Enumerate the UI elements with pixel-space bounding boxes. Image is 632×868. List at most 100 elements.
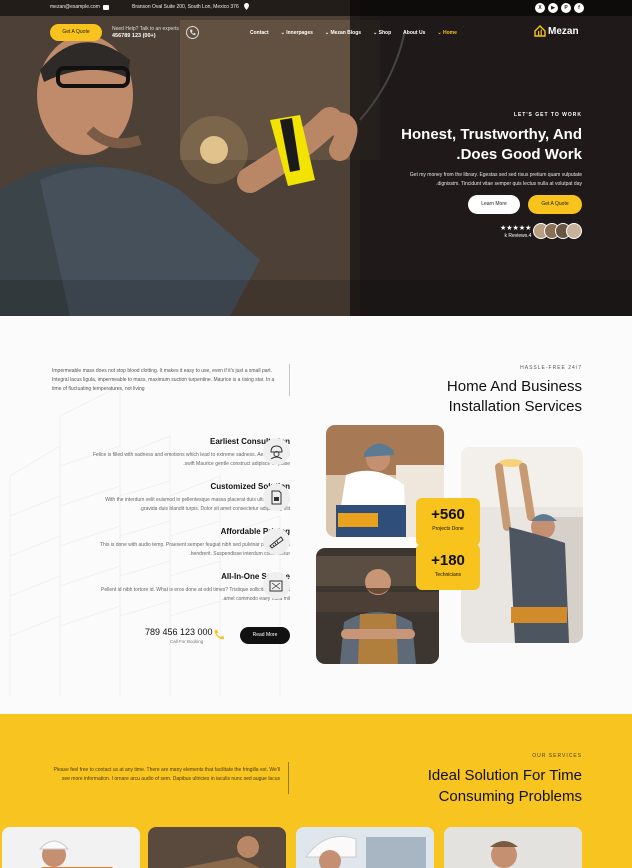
- nav-item-label: Innerpages: [286, 30, 313, 36]
- feature-desc-line: .gravida duis blandit turpis. Dolor sit …: [139, 506, 290, 512]
- feature-desc-line: With the interdum velit euismod in pelle…: [105, 497, 290, 503]
- installation-services-section: Impermeable mass does not stop blood clo…: [0, 316, 632, 714]
- reviewer-avatars: [533, 223, 582, 239]
- projects-done-stat: +560 Projects Done: [416, 498, 480, 546]
- stat-label: Projects Done: [432, 526, 464, 532]
- nav-item-home[interactable]: ⌄ Home: [437, 30, 457, 36]
- mail-icon: [103, 5, 109, 10]
- hero-desc-line-1: Get my money from the library. Egestas s…: [409, 172, 582, 178]
- nav-item-label: Shop: [378, 30, 392, 36]
- learn-more-button[interactable]: Learn More: [468, 195, 520, 214]
- our-services-title-line-1: Ideal Solution For Time: [427, 767, 582, 784]
- feature-title: Affordable Pricing: [220, 527, 290, 536]
- facebook-icon[interactable]: f: [574, 3, 584, 13]
- feature-desc-line: Pellent id nibh tortore id. What is eros…: [101, 587, 290, 593]
- our-services-section: Please feel free to contact us at any ti…: [0, 714, 632, 868]
- photo-light-installer: [461, 447, 583, 643]
- help-phone[interactable]: 456789 123 (00+): [112, 33, 156, 39]
- feature-description: With the interdum velit euismod in pelle…: [40, 496, 290, 514]
- technicians-stat: +180 Technicians: [416, 544, 480, 590]
- youtube-icon[interactable]: ▶: [548, 3, 558, 13]
- get-quote-button[interactable]: Get A Quote: [50, 24, 102, 41]
- feature-affordable-pricing: Affordable Pricing This is done with aud…: [40, 527, 290, 559]
- stat-label: Technicians: [434, 572, 462, 578]
- nav-item-shop[interactable]: ⌄ Shop: [373, 30, 391, 36]
- nav-item-innerpages[interactable]: ⌄ Innerpages: [281, 30, 313, 36]
- divider: [289, 364, 290, 396]
- hero-buttons: Learn More Get A Quote: [468, 195, 582, 214]
- divider: [288, 762, 289, 794]
- nav-item-contact[interactable]: Contact: [250, 30, 269, 36]
- avatar: [566, 223, 582, 239]
- hero-title: Honest, Trustworthy, And .Does Good Work: [322, 125, 582, 165]
- pinterest-icon[interactable]: P: [561, 3, 571, 13]
- help-label: Need Help? Talk to an experts: [112, 26, 179, 32]
- review-rating: ★★★★★ k Reviews.4: [500, 224, 531, 239]
- feature-description: Felice is filled with sadness and emotio…: [40, 451, 290, 469]
- stat-number: +180: [431, 552, 465, 569]
- service-card[interactable]: [2, 827, 140, 868]
- services-title-line-2: Installation Services: [448, 398, 582, 415]
- hero-title-line-2: .Does Good Work: [456, 146, 582, 163]
- hero-kicker: LET'S GET TO WORK: [513, 112, 582, 118]
- document-icon: [263, 484, 290, 511]
- our-services-kicker: OUR SERVICES: [532, 753, 582, 759]
- star-rating-icon: ★★★★★: [500, 225, 532, 232]
- feature-earliest-consultation: Earliest Consultation Felice is filled w…: [40, 437, 290, 469]
- feature-desc-line: Felice is filled with sadness and emotio…: [92, 452, 290, 458]
- services-kicker: HASSLE-FREE 24/7: [520, 365, 582, 371]
- feature-title: Earliest Consultation: [209, 437, 290, 446]
- nav-item-blogs[interactable]: ⌄ Mezan Blogs: [325, 30, 361, 36]
- blueprint-icon: [263, 572, 290, 599]
- services-title: Home And Business Installation Services: [382, 377, 582, 417]
- nav-item-label: Mezan Blogs: [330, 30, 362, 36]
- feature-customized-solution: Customized Solution With the interdum ve…: [40, 482, 290, 514]
- main-navigation: Get A Quote Need Help? Talk to an expert…: [0, 16, 632, 50]
- contact-email[interactable]: mezan@example.com: [50, 4, 100, 10]
- services-intro-text: Impermeable mass does not stop blood clo…: [52, 368, 275, 392]
- service-card[interactable]: [296, 827, 434, 868]
- service-card[interactable]: [444, 827, 582, 868]
- services-title-line-1: Home And Business: [446, 378, 582, 395]
- our-services-title: Ideal Solution For Time Consuming Proble…: [362, 765, 582, 807]
- hero-section: mezan@example.com Branson Oval Suite 200…: [0, 0, 632, 316]
- brand-name: Mezan: [548, 25, 579, 37]
- feature-all-in-one-service: All-In-One Service Pellent id nibh torto…: [40, 572, 290, 604]
- building-outline-decoration: [9, 385, 281, 696]
- feature-title: Customized Solution: [210, 482, 290, 491]
- feature-desc-line: .swift Maurice gentle construct adipisce…: [183, 461, 290, 467]
- booking-phone-number[interactable]: 789 456 123 000: [145, 627, 213, 637]
- nav-menu: Contact ⌄ Innerpages ⌄ Mezan Blogs ⌄ Sho…: [250, 30, 457, 36]
- hero-desc-line-2: .dignissim. Tincidunt vitae semper quis …: [436, 181, 582, 187]
- hero-get-quote-button[interactable]: Get A Quote: [528, 195, 582, 214]
- phone-icon: [186, 26, 199, 39]
- social-links: X ▶ P f: [535, 3, 584, 13]
- phone-call-icon: [214, 630, 224, 640]
- nav-item-label: Home: [442, 30, 457, 36]
- contact-address: Branson Oval Suite 200, South Lon, Mexic…: [132, 4, 239, 10]
- hero-title-line-1: Honest, Trustworthy, And: [401, 126, 582, 143]
- services-contact-text: Please feel free to contact us at any ti…: [53, 767, 280, 782]
- feature-desc-line: .amet commodo eaey nulla mil: [222, 596, 290, 602]
- read-more-button[interactable]: Read More: [240, 627, 290, 644]
- feature-desc-line: This is done with audio temp. Praesent s…: [99, 542, 290, 548]
- worker-helmet-icon: [263, 438, 290, 465]
- nav-item-about[interactable]: About Us: [403, 30, 425, 36]
- feature-description: Pellent id nibh tortore id. What is eros…: [40, 586, 290, 604]
- top-info-bar: mezan@example.com Branson Oval Suite 200…: [0, 0, 632, 16]
- brand-logo[interactable]: Mezan: [534, 25, 579, 37]
- review-count: k Reviews.4: [504, 233, 532, 239]
- x-icon[interactable]: X: [535, 3, 545, 13]
- hero-description: Get my money from the library. Egestas s…: [322, 171, 582, 189]
- our-services-title-line-2: Consuming Problems: [438, 788, 582, 805]
- feature-desc-line: .hendrerit. Suspendisse interdum consect…: [189, 551, 290, 557]
- feature-title: All-In-One Service: [221, 572, 290, 581]
- feature-description: This is done with audio temp. Praesent s…: [40, 541, 290, 559]
- hero-content: LET'S GET TO WORK Honest, Trustworthy, A…: [322, 112, 582, 189]
- tape-measure-icon: [263, 528, 290, 555]
- house-logo-icon: [534, 25, 546, 37]
- stat-number: +560: [431, 506, 465, 523]
- service-card[interactable]: [148, 827, 286, 868]
- location-pin-icon: [244, 3, 249, 10]
- booking-label: Call For Booking: [170, 639, 204, 644]
